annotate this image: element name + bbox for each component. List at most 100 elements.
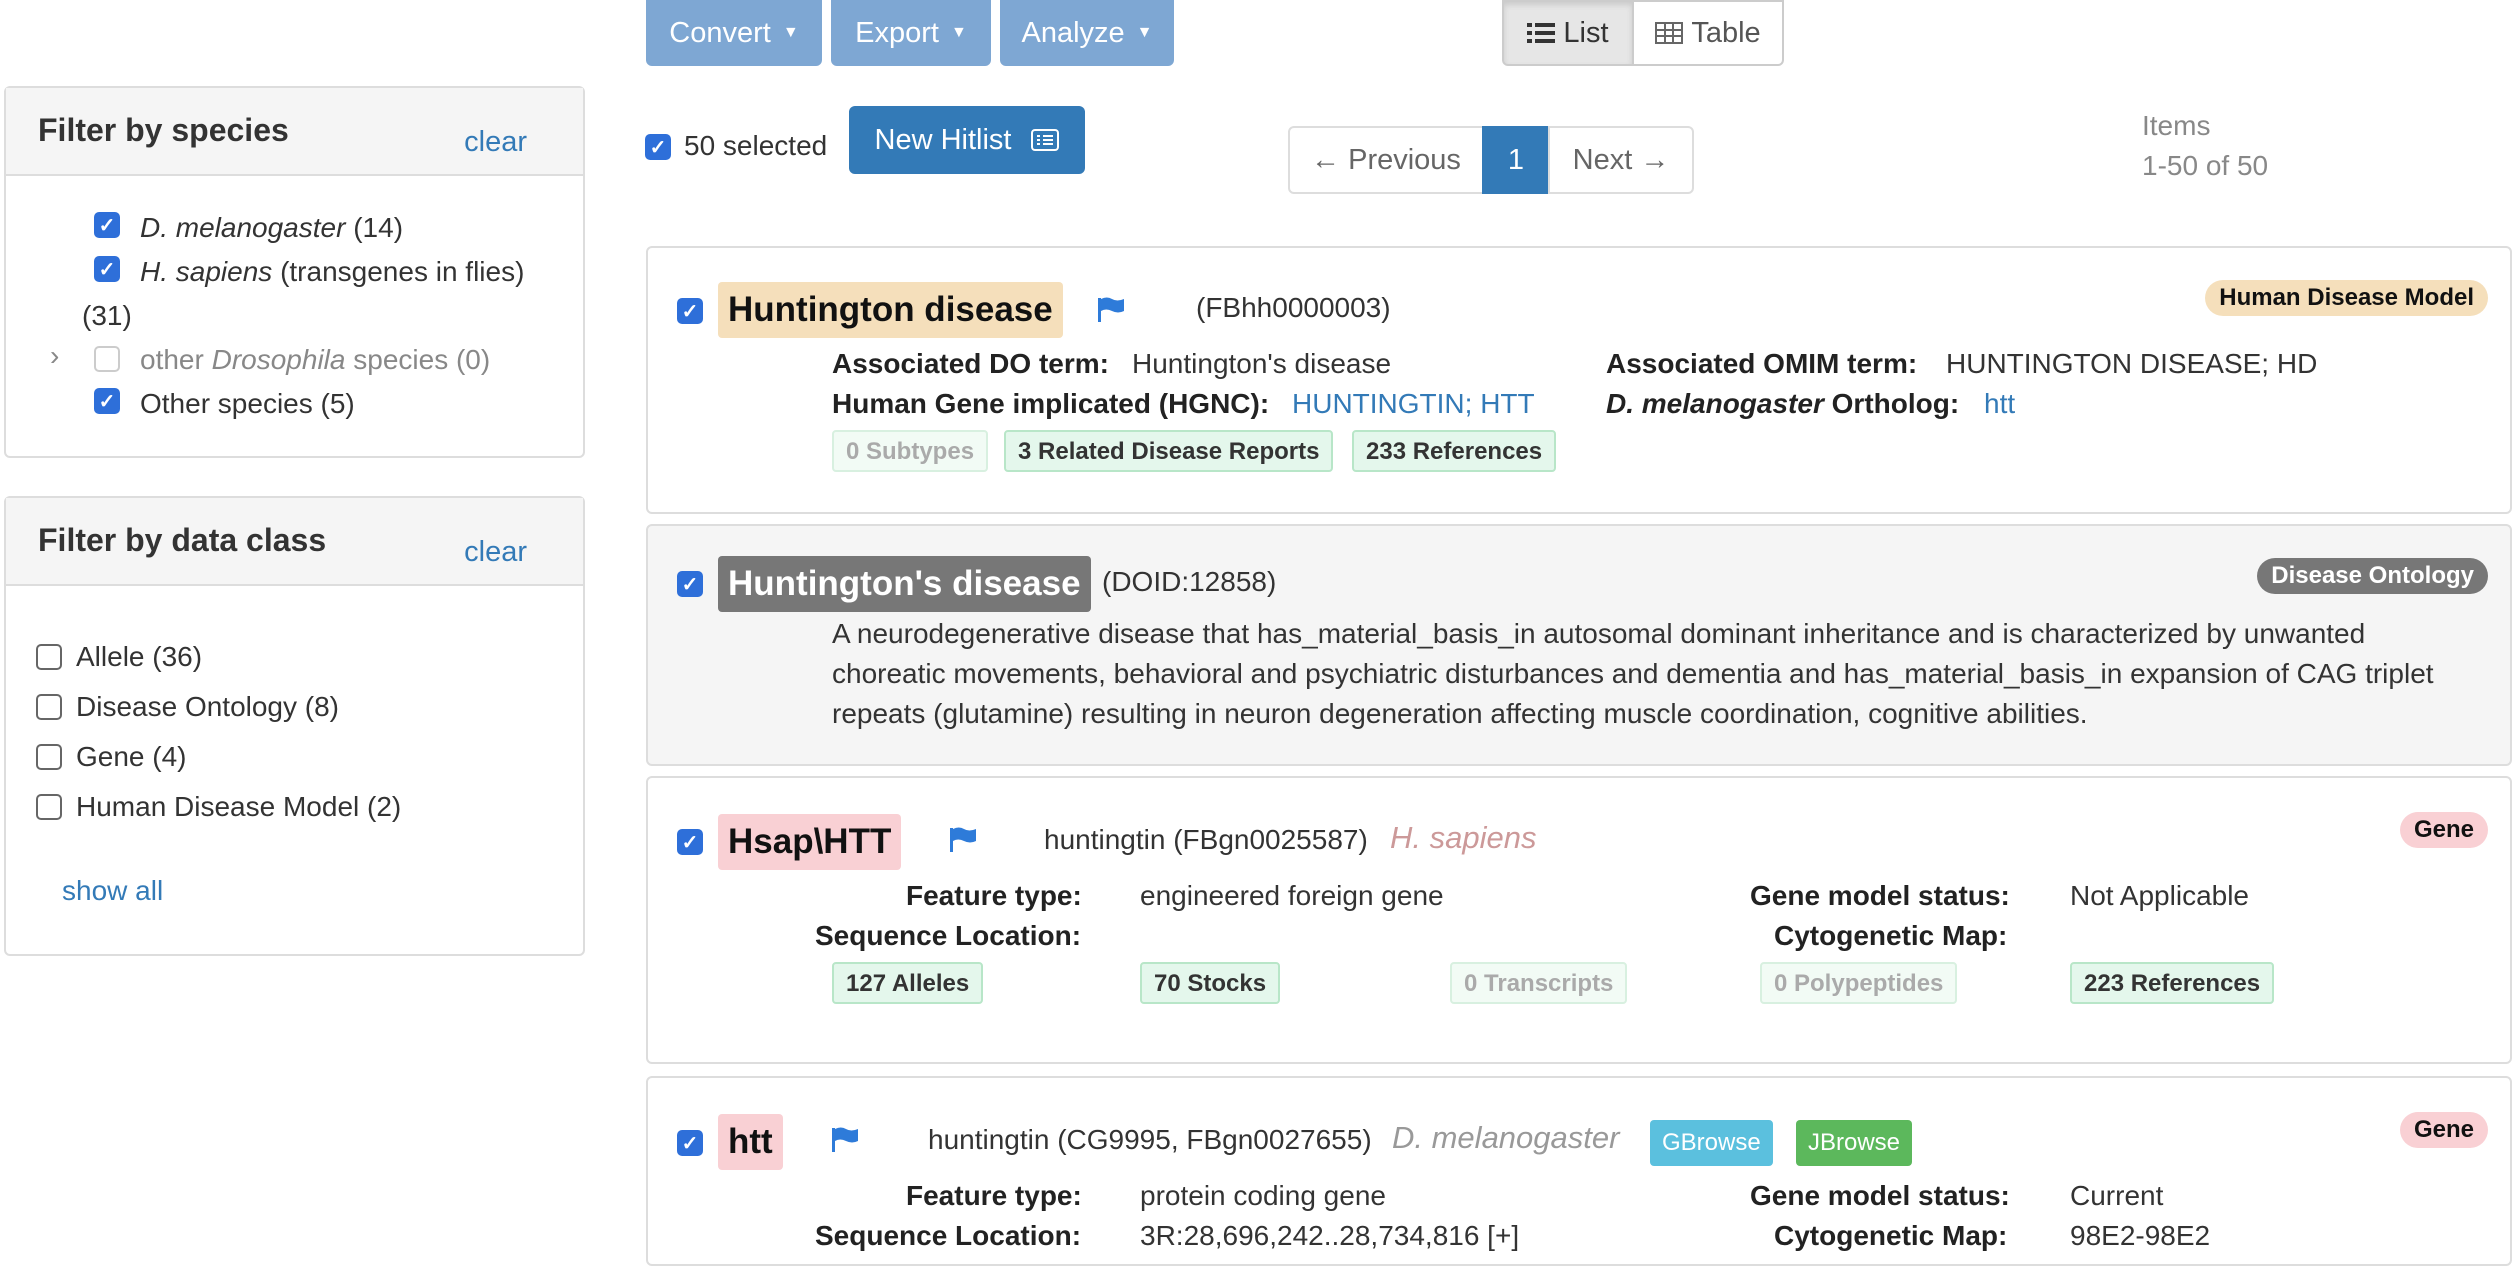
list-view-button[interactable]: List <box>1502 0 1634 66</box>
class-badge-gene: Gene <box>2399 812 2488 848</box>
table-view-button[interactable]: Table <box>1632 0 1784 66</box>
hgnc-link[interactable]: HUNTINGTIN; HTT <box>1292 388 1535 420</box>
class-item-allele: Allele (36) <box>76 641 203 672</box>
table-icon <box>1655 22 1684 44</box>
gbrowse-button[interactable]: GBrowse <box>1650 1120 1773 1166</box>
flag-icon[interactable] <box>948 826 978 854</box>
previous-page-button[interactable]: ← Previous <box>1288 126 1484 194</box>
export-dropdown-button[interactable]: Export ▼ <box>831 0 991 66</box>
gene-symbol-desc: huntingtin (CG9995, FBgn0027655) <box>928 1124 1372 1155</box>
omim-label: Associated OMIM term: <box>1606 348 1918 379</box>
new-hitlist-label: New Hitlist <box>874 123 1012 156</box>
next-page-button[interactable]: Next → <box>1548 126 1694 194</box>
class-item-disease-ontology: Disease Ontology (8) <box>76 691 340 722</box>
new-hitlist-button[interactable]: New Hitlist <box>849 106 1085 174</box>
ortholog-label: D. melanogaster Ortholog: <box>1606 388 1960 419</box>
feature-type-label: Feature type: <box>906 1180 1082 1211</box>
hitlist-icon <box>1031 129 1060 151</box>
list-view-label: List <box>1563 16 1609 49</box>
result-title[interactable]: Huntington's disease <box>718 556 1091 612</box>
caret-down-icon: ▼ <box>950 24 967 41</box>
result-checkbox[interactable]: ✓ <box>677 1130 703 1156</box>
references-pill[interactable]: 223 References <box>2070 962 2275 1004</box>
export-label: Export <box>855 16 939 49</box>
result-checkbox[interactable]: ✓ <box>677 298 703 324</box>
class-checkbox-allele[interactable] <box>36 644 62 670</box>
do-term-label: Associated DO term: <box>832 348 1109 379</box>
species-checkbox-other-drosophila[interactable] <box>94 346 120 372</box>
subtypes-pill: 0 Subtypes <box>832 430 989 472</box>
species-checkbox-dmel[interactable]: ✓ <box>94 212 120 238</box>
gene-model-status-value: Not Applicable <box>2070 880 2250 911</box>
description-line-3: repeats (glutamine) resulting in neuron … <box>832 698 2088 729</box>
gene-model-status-label: Gene model status: <box>1750 1180 2010 1211</box>
jbrowse-button[interactable]: JBrowse <box>1796 1120 1913 1166</box>
result-id: (DOID:12858) <box>1102 566 1277 597</box>
gene-model-status-value: Current <box>2070 1180 2164 1211</box>
ortholog-link[interactable]: htt <box>1984 388 2015 420</box>
sequence-location-label: Sequence Location: <box>815 920 1082 951</box>
species-filter-clear-link[interactable]: clear <box>464 126 527 159</box>
description-line-1: A neurodegenerative disease that has_mat… <box>832 618 2366 649</box>
class-filter-clear-link[interactable]: clear <box>464 536 527 569</box>
previous-label: ← Previous <box>1311 143 1461 176</box>
species-checkbox-other[interactable]: ✓ <box>94 388 120 414</box>
feature-type-label: Feature type: <box>906 880 1082 911</box>
species-filter-title: Filter by species <box>38 112 289 148</box>
transcripts-pill: 0 Transcripts <box>1450 962 1628 1004</box>
polypeptides-pill: 0 Polypeptides <box>1760 962 1958 1004</box>
show-all-link[interactable]: show all <box>62 875 163 907</box>
feature-type-value: protein coding gene <box>1140 1180 1386 1211</box>
flag-icon[interactable] <box>1096 296 1126 324</box>
do-term-value: Huntington's disease <box>1132 348 1392 379</box>
class-checkbox-gene[interactable] <box>36 744 62 770</box>
caret-down-icon: ▼ <box>1136 24 1153 41</box>
selected-count: 50 selected <box>684 130 828 161</box>
hgnc-label: Human Gene implicated (HGNC): <box>832 388 1270 419</box>
convert-label: Convert <box>669 16 771 49</box>
current-page-label: 1 <box>1507 143 1525 176</box>
species-item-other-drosophila: other Drosophila species (0) <box>140 344 491 375</box>
stocks-pill[interactable]: 70 Stocks <box>1140 962 1281 1004</box>
class-checkbox-human-disease-model[interactable] <box>36 794 62 820</box>
species-item-hsap-count: (31) <box>82 300 132 331</box>
flag-icon[interactable] <box>830 1126 860 1154</box>
class-filter-header: Filter by data class clear <box>6 498 583 586</box>
result-title[interactable]: htt <box>718 1114 783 1170</box>
related-reports-pill[interactable]: 3 Related Disease Reports <box>1004 430 1334 472</box>
omim-value: HUNTINGTON DISEASE; HD <box>1946 348 2318 379</box>
species-item-dmel: D. melanogaster (14) <box>140 212 404 243</box>
result-id: (FBhh0000003) <box>1196 292 1391 323</box>
result-checkbox[interactable]: ✓ <box>677 829 703 855</box>
chevron-right-icon[interactable]: › <box>50 340 59 372</box>
feature-type-value: engineered foreign gene <box>1140 880 1444 911</box>
result-checkbox[interactable]: ✓ <box>677 571 703 597</box>
page-1-button[interactable]: 1 <box>1482 126 1550 194</box>
references-pill[interactable]: 233 References <box>1352 430 1557 472</box>
species-checkbox-hsap[interactable]: ✓ <box>94 256 120 282</box>
sequence-location-value: 3R:28,696,242..28,734,816 [+] <box>1140 1220 1520 1251</box>
alleles-pill[interactable]: 127 Alleles <box>832 962 984 1004</box>
description-line-2: choreatic movements, behavioral and psyc… <box>832 658 2434 689</box>
class-checkbox-disease-ontology[interactable] <box>36 694 62 720</box>
class-badge-gene: Gene <box>2399 1112 2488 1148</box>
cytogenetic-map-label: Cytogenetic Map: <box>1774 1220 2008 1251</box>
analyze-dropdown-button[interactable]: Analyze ▼ <box>1000 0 1174 66</box>
convert-dropdown-button[interactable]: Convert ▼ <box>646 0 822 66</box>
gene-model-status-label: Gene model status: <box>1750 880 2010 911</box>
gene-species: H. sapiens <box>1390 820 1537 855</box>
cytogenetic-map-label: Cytogenetic Map: <box>1774 920 2008 951</box>
class-badge-hdm: Human Disease Model <box>2205 280 2488 316</box>
analyze-label: Analyze <box>1021 16 1125 49</box>
select-all-checkbox[interactable]: ✓ <box>645 134 671 160</box>
class-item-gene: Gene (4) <box>76 741 187 772</box>
result-title[interactable]: Hsap\HTT <box>718 814 902 870</box>
sequence-location-label: Sequence Location: <box>815 1220 1082 1251</box>
items-range: 1-50 of 50 <box>2142 150 2269 181</box>
class-badge-do: Disease Ontology <box>2257 558 2488 594</box>
items-label: Items <box>2142 110 2211 141</box>
gene-symbol-desc: huntingtin (FBgn0025587) <box>1044 824 1368 855</box>
result-title[interactable]: Huntington disease <box>718 282 1063 338</box>
class-item-human-disease-model: Human Disease Model (2) <box>76 791 402 822</box>
next-label: Next → <box>1572 143 1670 176</box>
